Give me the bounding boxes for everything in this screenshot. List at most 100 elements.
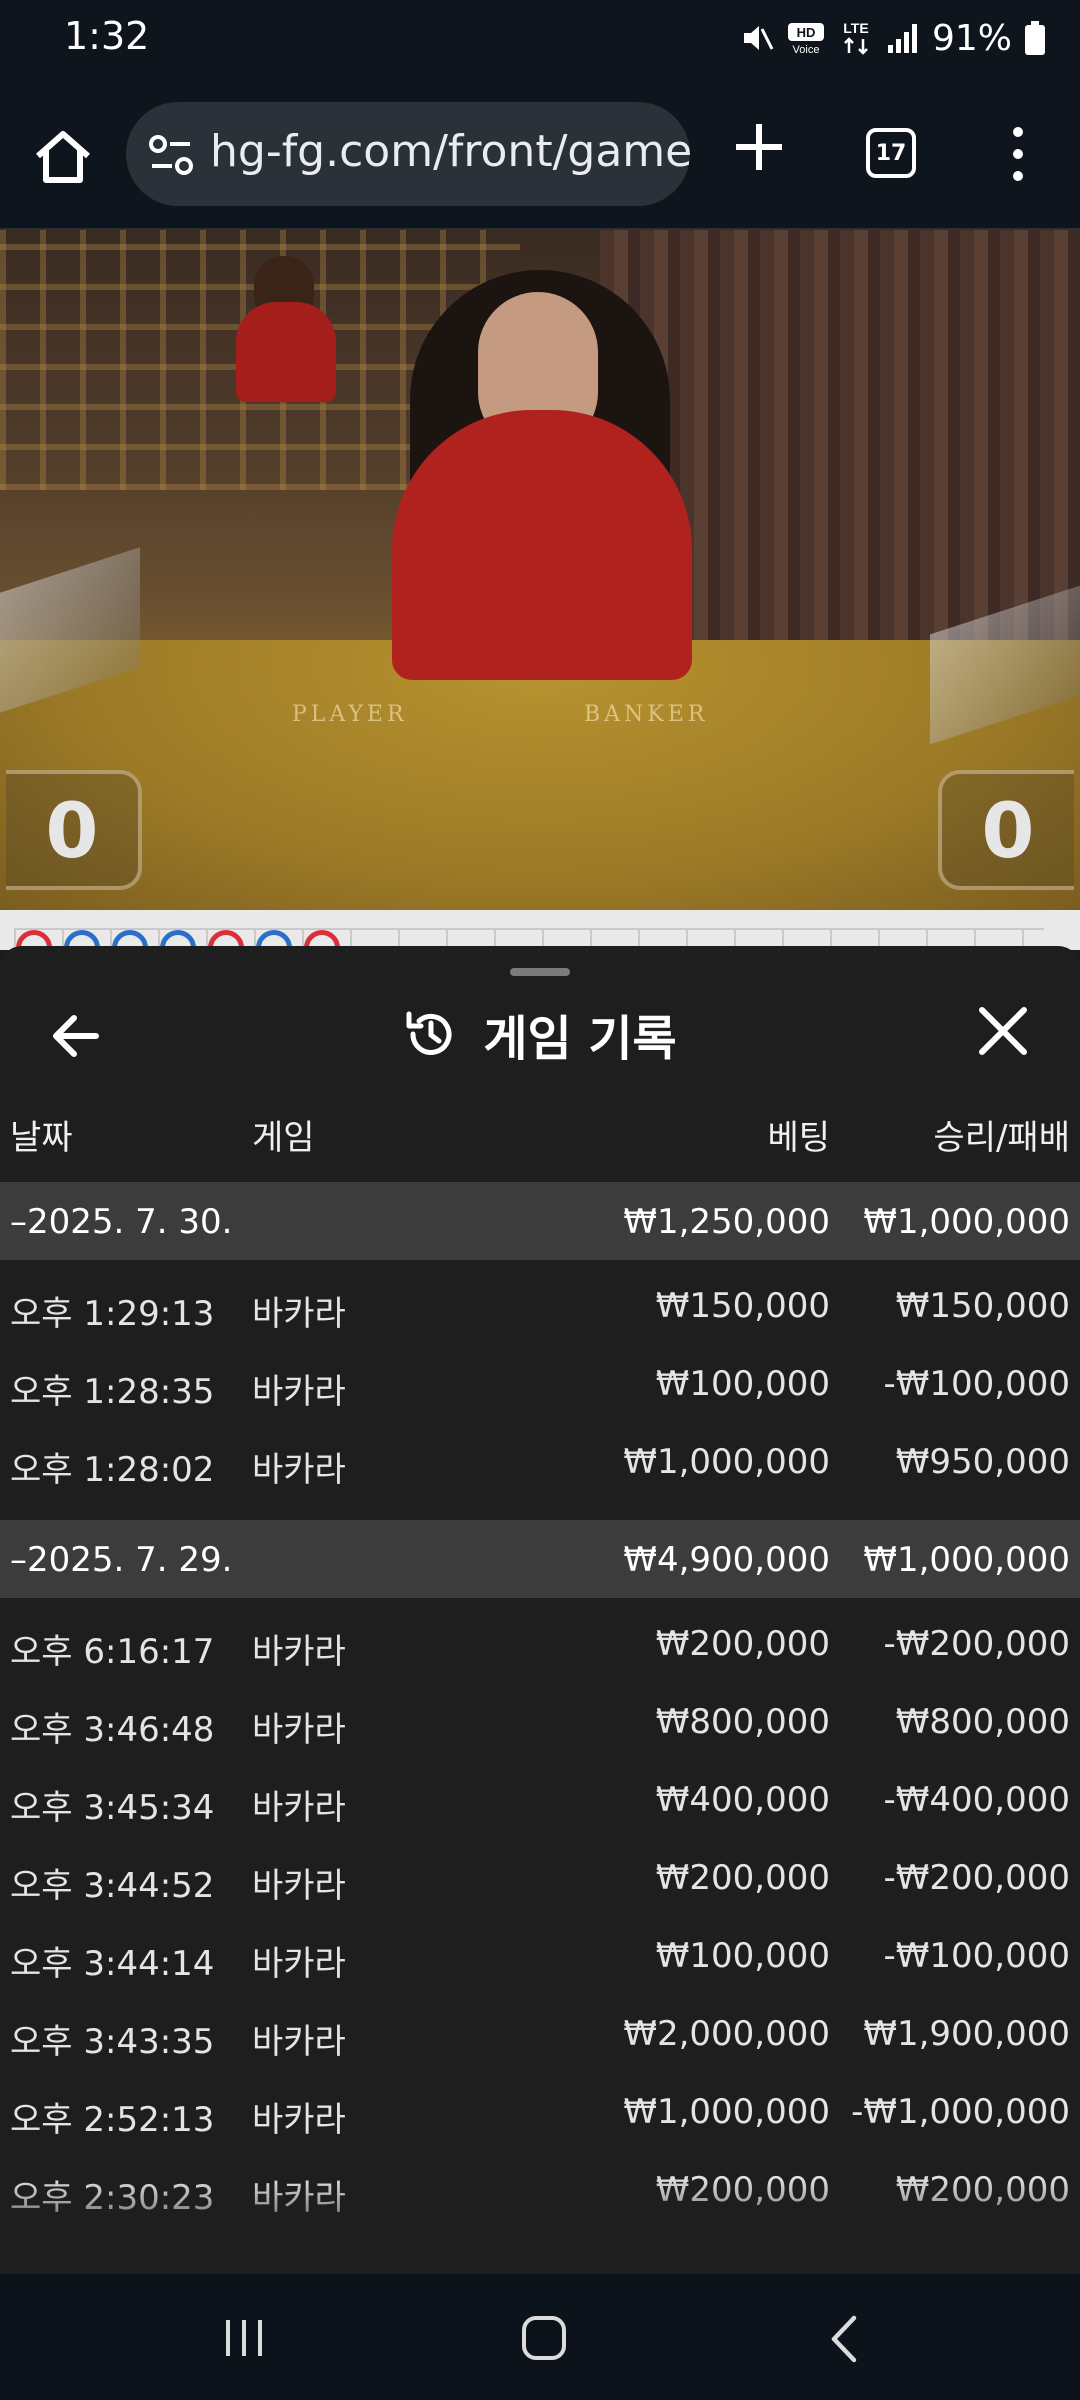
row-win-loss: ₩950,000 xyxy=(895,1442,1070,1482)
table-row[interactable]: 오후 3:44:14 바카라 ₩100,000 -₩100,000 xyxy=(0,1916,1080,1994)
live-dealer-video[interactable]: PLAYER BANKER 0 0 xyxy=(0,230,1080,910)
status-time: 1:32 xyxy=(64,14,150,58)
row-game: 바카라 xyxy=(252,2022,346,2062)
row-bet: ₩2,000,000 xyxy=(623,2014,830,2054)
roadmap-strip xyxy=(0,910,1080,950)
group-date: –2025. 7. 30. xyxy=(10,1202,233,1242)
history-list: –2025. 7. 30. ₩1,250,000 ₩1,000,000 오후 1:29… xyxy=(0,1182,1080,2228)
row-bet: ₩150,000 xyxy=(655,1286,830,1326)
date-group-header[interactable]: –2025. 7. 29. ₩4,900,000 ₩1,000,000 xyxy=(0,1520,1080,1598)
row-game: 바카라 xyxy=(252,1450,346,1490)
table-row[interactable]: 오후 3:46:48 바카라 ₩800,000 ₩800,000 xyxy=(0,1682,1080,1760)
row-time: 오후 3:43:35 xyxy=(10,2022,215,2062)
new-tab-icon[interactable] xyxy=(732,120,786,174)
row-game: 바카라 xyxy=(252,1632,346,1672)
row-bet: ₩1,000,000 xyxy=(623,2092,830,2132)
row-time: 오후 3:44:52 xyxy=(10,1866,215,1906)
row-win-loss: ₩1,900,000 xyxy=(863,2014,1070,2054)
nav-back-icon[interactable] xyxy=(828,2314,858,2364)
sheet-drag-handle[interactable] xyxy=(510,968,570,976)
row-bet: ₩200,000 xyxy=(655,1624,830,1664)
row-bet: ₩200,000 xyxy=(655,1858,830,1898)
row-bet: ₩1,000,000 xyxy=(623,1442,830,1482)
signal-icon xyxy=(887,24,917,53)
row-win-loss: -₩400,000 xyxy=(883,1780,1071,1820)
dealer-dress xyxy=(392,410,692,680)
row-time: 오후 1:28:35 xyxy=(10,1372,215,1412)
table-row[interactable]: 오후 3:45:34 바카라 ₩400,000 -₩400,000 xyxy=(0,1760,1080,1838)
baccarat-table xyxy=(0,640,1080,910)
close-icon[interactable] xyxy=(976,1004,1030,1058)
row-game: 바카라 xyxy=(252,1788,346,1828)
header-win-loss: 승리/패배 xyxy=(933,1118,1070,1158)
row-time: 오후 1:29:13 xyxy=(10,1294,215,1334)
banker-score: 0 xyxy=(938,770,1074,890)
group-total-bet: ₩4,900,000 xyxy=(623,1540,830,1580)
lte-icon: LTE xyxy=(843,20,869,55)
row-game: 바카라 xyxy=(252,1710,346,1750)
row-win-loss: -₩200,000 xyxy=(883,1624,1071,1664)
svg-text:LTE: LTE xyxy=(843,20,868,36)
date-group-header[interactable]: –2025. 7. 30. ₩1,250,000 ₩1,000,000 xyxy=(0,1182,1080,1260)
row-game: 바카라 xyxy=(252,1294,346,1334)
row-win-loss: -₩1,000,000 xyxy=(851,2092,1070,2132)
row-win-loss: ₩150,000 xyxy=(895,1286,1070,1326)
history-icon xyxy=(406,1011,452,1055)
row-time: 오후 1:28:02 xyxy=(10,1450,215,1490)
row-time: 오후 2:52:13 xyxy=(10,2100,215,2140)
row-bet: ₩400,000 xyxy=(655,1780,830,1820)
mute-icon xyxy=(743,26,774,50)
player-label: PLAYER xyxy=(292,702,408,727)
status-icons: HD Voice LTE 91% xyxy=(740,14,1046,62)
android-nav-bar xyxy=(0,2274,1080,2400)
row-time: 오후 6:16:17 xyxy=(10,1632,215,1672)
more-menu-icon[interactable] xyxy=(1000,124,1036,184)
row-game: 바카라 xyxy=(252,2100,346,2140)
row-game: 바카라 xyxy=(252,1866,346,1906)
sheet-title: 게임 기록 xyxy=(0,998,1080,1070)
list-fade xyxy=(0,2176,1080,2274)
group-total-bet: ₩1,250,000 xyxy=(623,1202,830,1242)
table-row[interactable]: 오후 1:29:13 바카라 ₩150,000 ₩150,000 xyxy=(0,1266,1080,1344)
tab-switcher-button[interactable]: 17 xyxy=(866,128,916,178)
table-row[interactable]: 오후 1:28:02 바카라 ₩1,000,000 ₩950,000 xyxy=(0,1422,1080,1500)
table-row[interactable]: 오후 2:52:13 바카라 ₩1,000,000 -₩1,000,000 xyxy=(0,2072,1080,2150)
status-bar: 1:32 HD Voice LTE 91% xyxy=(0,0,1080,76)
group-total-win-loss: ₩1,000,000 xyxy=(863,1540,1070,1580)
header-bet: 베팅 xyxy=(767,1118,830,1158)
row-win-loss: ₩800,000 xyxy=(895,1702,1070,1742)
header-date: 날짜 xyxy=(10,1118,73,1158)
battery-percent: 91% xyxy=(931,17,1012,59)
game-history-sheet: 게임 기록 날짜 게임 베팅 승리/패배 –2025. 7. 30. ₩1,250… xyxy=(0,946,1080,2274)
row-time: 오후 3:44:14 xyxy=(10,1944,215,1984)
table-row[interactable]: 오후 6:16:17 바카라 ₩200,000 -₩200,000 xyxy=(0,1604,1080,1682)
table-row[interactable]: 오후 1:28:35 바카라 ₩100,000 -₩100,000 xyxy=(0,1344,1080,1422)
site-settings-icon[interactable] xyxy=(148,132,194,178)
row-time: 오후 3:46:48 xyxy=(10,1710,215,1750)
table-header: 날짜 게임 베팅 승리/패배 xyxy=(0,1110,1080,1174)
row-bet: ₩100,000 xyxy=(655,1936,830,1976)
row-win-loss: -₩200,000 xyxy=(883,1858,1071,1898)
row-time: 오후 3:45:34 xyxy=(10,1788,215,1828)
url-text[interactable]: hg-fg.com/front/game/| xyxy=(210,126,690,177)
row-game: 바카라 xyxy=(252,1944,346,1984)
group-total-win-loss: ₩1,000,000 xyxy=(863,1202,1070,1242)
hd-voice-icon: HD Voice xyxy=(787,23,824,55)
nav-home-button[interactable] xyxy=(522,2316,566,2360)
battery-icon xyxy=(1025,21,1045,55)
row-win-loss: -₩100,000 xyxy=(883,1364,1071,1404)
address-bar[interactable]: hg-fg.com/front/game/| xyxy=(126,102,690,206)
table-row[interactable]: 오후 3:43:35 바카라 ₩2,000,000 ₩1,900,000 xyxy=(0,1994,1080,2072)
row-game: 바카라 xyxy=(252,1372,346,1412)
banker-label: BANKER xyxy=(584,702,709,727)
group-date: –2025. 7. 29. xyxy=(10,1540,233,1580)
sheet-title-text: 게임 기록 xyxy=(483,1011,677,1067)
table-row[interactable]: 오후 3:44:52 바카라 ₩200,000 -₩200,000 xyxy=(0,1838,1080,1916)
row-win-loss: -₩100,000 xyxy=(883,1936,1071,1976)
svg-text:Voice: Voice xyxy=(793,44,820,55)
home-icon[interactable] xyxy=(30,124,96,190)
row-bet: ₩800,000 xyxy=(655,1702,830,1742)
recent-apps-icon[interactable] xyxy=(222,2318,266,2358)
browser-toolbar: hg-fg.com/front/game/| 17 xyxy=(0,76,1080,230)
background-dealer-body xyxy=(236,302,336,402)
